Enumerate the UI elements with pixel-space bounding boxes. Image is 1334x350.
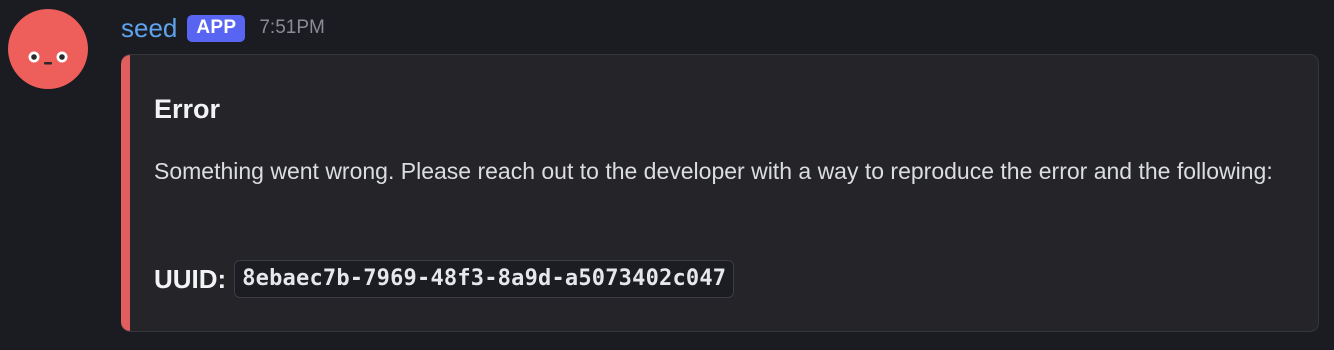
embed-title: Error bbox=[154, 94, 221, 124]
embed-description: Something went wrong. Please reach out t… bbox=[154, 158, 1273, 184]
uuid-code[interactable]: 8ebaec7b-7969-48f3-8a9d-a5073402c047 bbox=[234, 260, 735, 298]
avatar[interactable] bbox=[8, 9, 88, 89]
uuid-label: UUID: bbox=[154, 264, 227, 294]
timestamp[interactable]: 7:51PM bbox=[259, 13, 324, 43]
uuid-field: UUID: 8ebaec7b-7969-48f3-8a9d-a5073402c0… bbox=[154, 260, 735, 298]
chat-message: seed APP 7:51PM Error Something went wro… bbox=[0, 0, 1334, 350]
username[interactable]: seed bbox=[121, 13, 177, 43]
message-header: seed APP 7:51PM bbox=[121, 11, 325, 45]
app-badge: APP bbox=[187, 14, 246, 42]
blob-face-icon bbox=[28, 51, 68, 65]
error-embed: Error Something went wrong. Please reach… bbox=[121, 54, 1319, 332]
embed-accent-bar bbox=[121, 55, 130, 331]
